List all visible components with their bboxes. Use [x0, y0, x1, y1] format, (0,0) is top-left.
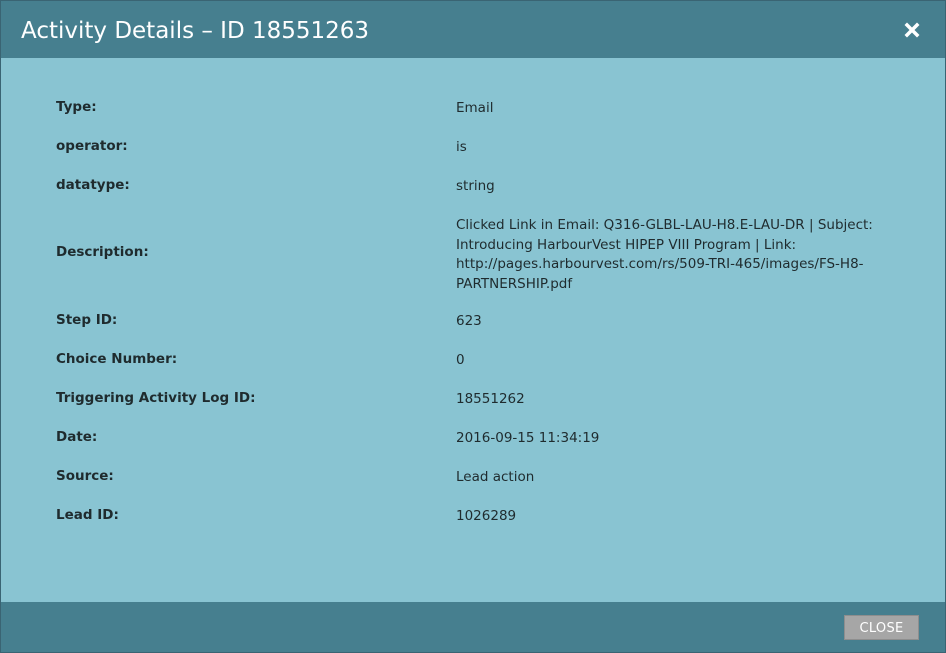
detail-value: 1026289	[456, 508, 517, 524]
dialog-footer: CLOSE	[1, 602, 945, 652]
detail-value: 623	[456, 313, 482, 329]
detail-value: 0	[456, 352, 465, 368]
detail-value: is	[456, 139, 467, 155]
detail-label: Description:	[56, 244, 149, 260]
detail-value: string	[456, 178, 495, 194]
detail-label: Source:	[56, 468, 114, 484]
detail-value: Email	[456, 100, 494, 116]
detail-label: Step ID:	[56, 312, 118, 328]
activity-details-dialog: Activity Details – ID 18551263 Type: Ema…	[0, 0, 946, 653]
dialog-header: Activity Details – ID 18551263	[1, 1, 945, 58]
detail-label: Lead ID:	[56, 507, 119, 523]
detail-label: Date:	[56, 429, 98, 445]
close-button[interactable]: CLOSE	[844, 615, 919, 640]
close-icon[interactable]	[901, 19, 923, 41]
detail-label: datatype:	[56, 177, 130, 193]
dialog-body: Type: Email operator: is datatype: strin…	[1, 58, 945, 602]
detail-value: Lead action	[456, 469, 535, 485]
detail-label: Choice Number:	[56, 351, 178, 367]
detail-value: Clicked Link in Email: Q316-GLBL-LAU-H8.…	[456, 217, 873, 292]
dialog-title: Activity Details – ID 18551263	[21, 18, 370, 44]
detail-label: Triggering Activity Log ID:	[56, 390, 256, 406]
detail-value: 2016-09-15 11:34:19	[456, 430, 600, 446]
detail-label: operator:	[56, 138, 128, 154]
detail-label: Type:	[56, 99, 97, 115]
detail-value: 18551262	[456, 391, 525, 407]
